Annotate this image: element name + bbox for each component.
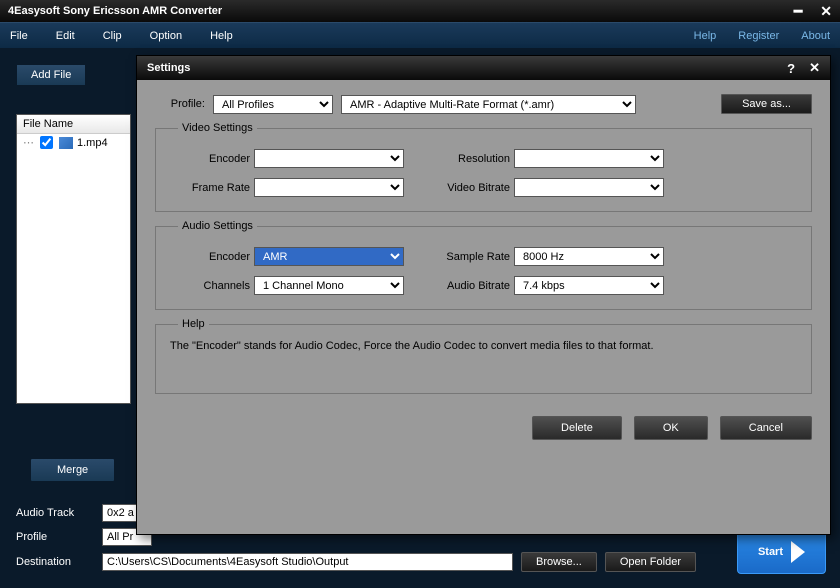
menu-clip[interactable]: Clip <box>103 30 122 42</box>
play-arrow-icon <box>791 541 805 563</box>
cancel-button[interactable]: Cancel <box>720 416 812 440</box>
samplerate-select[interactable]: 8000 Hz <box>514 247 664 266</box>
video-encoder-label: Encoder <box>170 153 250 165</box>
titlebar-controls: ━ ✕ <box>794 3 832 20</box>
menu-option[interactable]: Option <box>150 30 182 42</box>
samplerate-label: Sample Rate <box>430 251 510 263</box>
audio-row-2: Channels 1 Channel Mono Audio Bitrate 7.… <box>170 276 797 295</box>
file-checkbox[interactable] <box>40 136 53 149</box>
profile-label: Profile <box>16 531 94 543</box>
ok-button[interactable]: OK <box>634 416 708 440</box>
merge-button[interactable]: Merge <box>30 458 115 482</box>
link-help[interactable]: Help <box>694 30 717 42</box>
destination-input[interactable] <box>102 553 513 571</box>
help-group: Help The "Encoder" stands for Audio Code… <box>155 324 812 394</box>
audio-encoder-select[interactable]: AMR <box>254 247 404 266</box>
file-item[interactable]: ⋯ 1.mp4 <box>17 134 130 151</box>
audio-encoder-label: Encoder <box>170 251 250 263</box>
tree-icon: ⋯ <box>23 136 34 149</box>
audio-row-1: Encoder AMR Sample Rate 8000 Hz <box>170 247 797 266</box>
audio-settings-group: Audio Settings Encoder AMR Sample Rate 8… <box>155 226 812 310</box>
start-button[interactable]: Start <box>737 530 826 574</box>
menu-help[interactable]: Help <box>210 30 233 42</box>
add-file-button[interactable]: Add File <box>16 64 86 86</box>
link-register[interactable]: Register <box>738 30 779 42</box>
video-settings-group: Video Settings Encoder Resolution Frame … <box>155 128 812 212</box>
channels-select[interactable]: 1 Channel Mono <box>254 276 404 295</box>
settings-dialog: Settings ? ✕ Profile: All Profiles AMR -… <box>136 55 831 535</box>
dialog-close-icon[interactable]: ✕ <box>809 60 820 76</box>
dialog-profile-label: Profile: <box>155 98 205 110</box>
profile-category-select[interactable]: All Profiles <box>213 95 333 114</box>
close-icon[interactable]: ✕ <box>820 3 832 20</box>
menu-edit[interactable]: Edit <box>56 30 75 42</box>
delete-button[interactable]: Delete <box>532 416 622 440</box>
audio-bitrate-select[interactable]: 7.4 kbps <box>514 276 664 295</box>
dialog-body: Profile: All Profiles AMR - Adaptive Mul… <box>137 80 830 408</box>
profile-format-select[interactable]: AMR - Adaptive Multi-Rate Format (*.amr) <box>341 95 636 114</box>
menu-file[interactable]: File <box>10 30 28 42</box>
video-encoder-select[interactable] <box>254 149 404 168</box>
save-as-button[interactable]: Save as... <box>721 94 812 114</box>
minimize-icon[interactable]: ━ <box>794 3 802 20</box>
file-list: File Name ⋯ 1.mp4 <box>16 114 131 404</box>
resolution-label: Resolution <box>430 153 510 165</box>
link-about[interactable]: About <box>801 30 830 42</box>
video-settings-title: Video Settings <box>178 122 257 134</box>
video-row-1: Encoder Resolution <box>170 149 797 168</box>
open-folder-button[interactable]: Open Folder <box>605 552 696 572</box>
help-text: The "Encoder" stands for Audio Codec, Fo… <box>170 335 797 354</box>
app-title: 4Easysoft Sony Ericsson AMR Converter <box>8 5 222 17</box>
framerate-label: Frame Rate <box>170 182 250 194</box>
menubar: File Edit Clip Option Help Help Register… <box>0 22 840 48</box>
dialog-buttons: Delete OK Cancel <box>137 408 830 448</box>
dialog-titlebar: Settings ? ✕ <box>137 56 830 80</box>
menubar-right: Help Register About <box>694 30 830 42</box>
destination-label: Destination <box>16 556 94 568</box>
audio-settings-title: Audio Settings <box>178 220 257 232</box>
menubar-left: File Edit Clip Option Help <box>10 30 233 42</box>
help-title: Help <box>178 318 209 330</box>
video-file-icon <box>59 137 73 149</box>
video-row-2: Frame Rate Video Bitrate <box>170 178 797 197</box>
video-bitrate-label: Video Bitrate <box>430 182 510 194</box>
file-name: 1.mp4 <box>77 137 108 149</box>
video-bitrate-select[interactable] <box>514 178 664 197</box>
dialog-help-icon[interactable]: ? <box>787 61 795 76</box>
left-panel: Add File File Name ⋯ 1.mp4 <box>16 64 131 404</box>
framerate-select[interactable] <box>254 178 404 197</box>
file-list-header: File Name <box>17 115 130 134</box>
browse-button[interactable]: Browse... <box>521 552 597 572</box>
dialog-profile-row: Profile: All Profiles AMR - Adaptive Mul… <box>155 94 812 114</box>
destination-row: Destination Browse... Open Folder <box>16 552 696 572</box>
dialog-title-controls: ? ✕ <box>787 60 820 76</box>
channels-label: Channels <box>170 280 250 292</box>
audio-track-label: Audio Track <box>16 507 94 519</box>
resolution-select[interactable] <box>514 149 664 168</box>
dialog-title: Settings <box>147 62 190 74</box>
start-label: Start <box>758 546 783 558</box>
audio-bitrate-label: Audio Bitrate <box>430 280 510 292</box>
titlebar: 4Easysoft Sony Ericsson AMR Converter ━ … <box>0 0 840 22</box>
